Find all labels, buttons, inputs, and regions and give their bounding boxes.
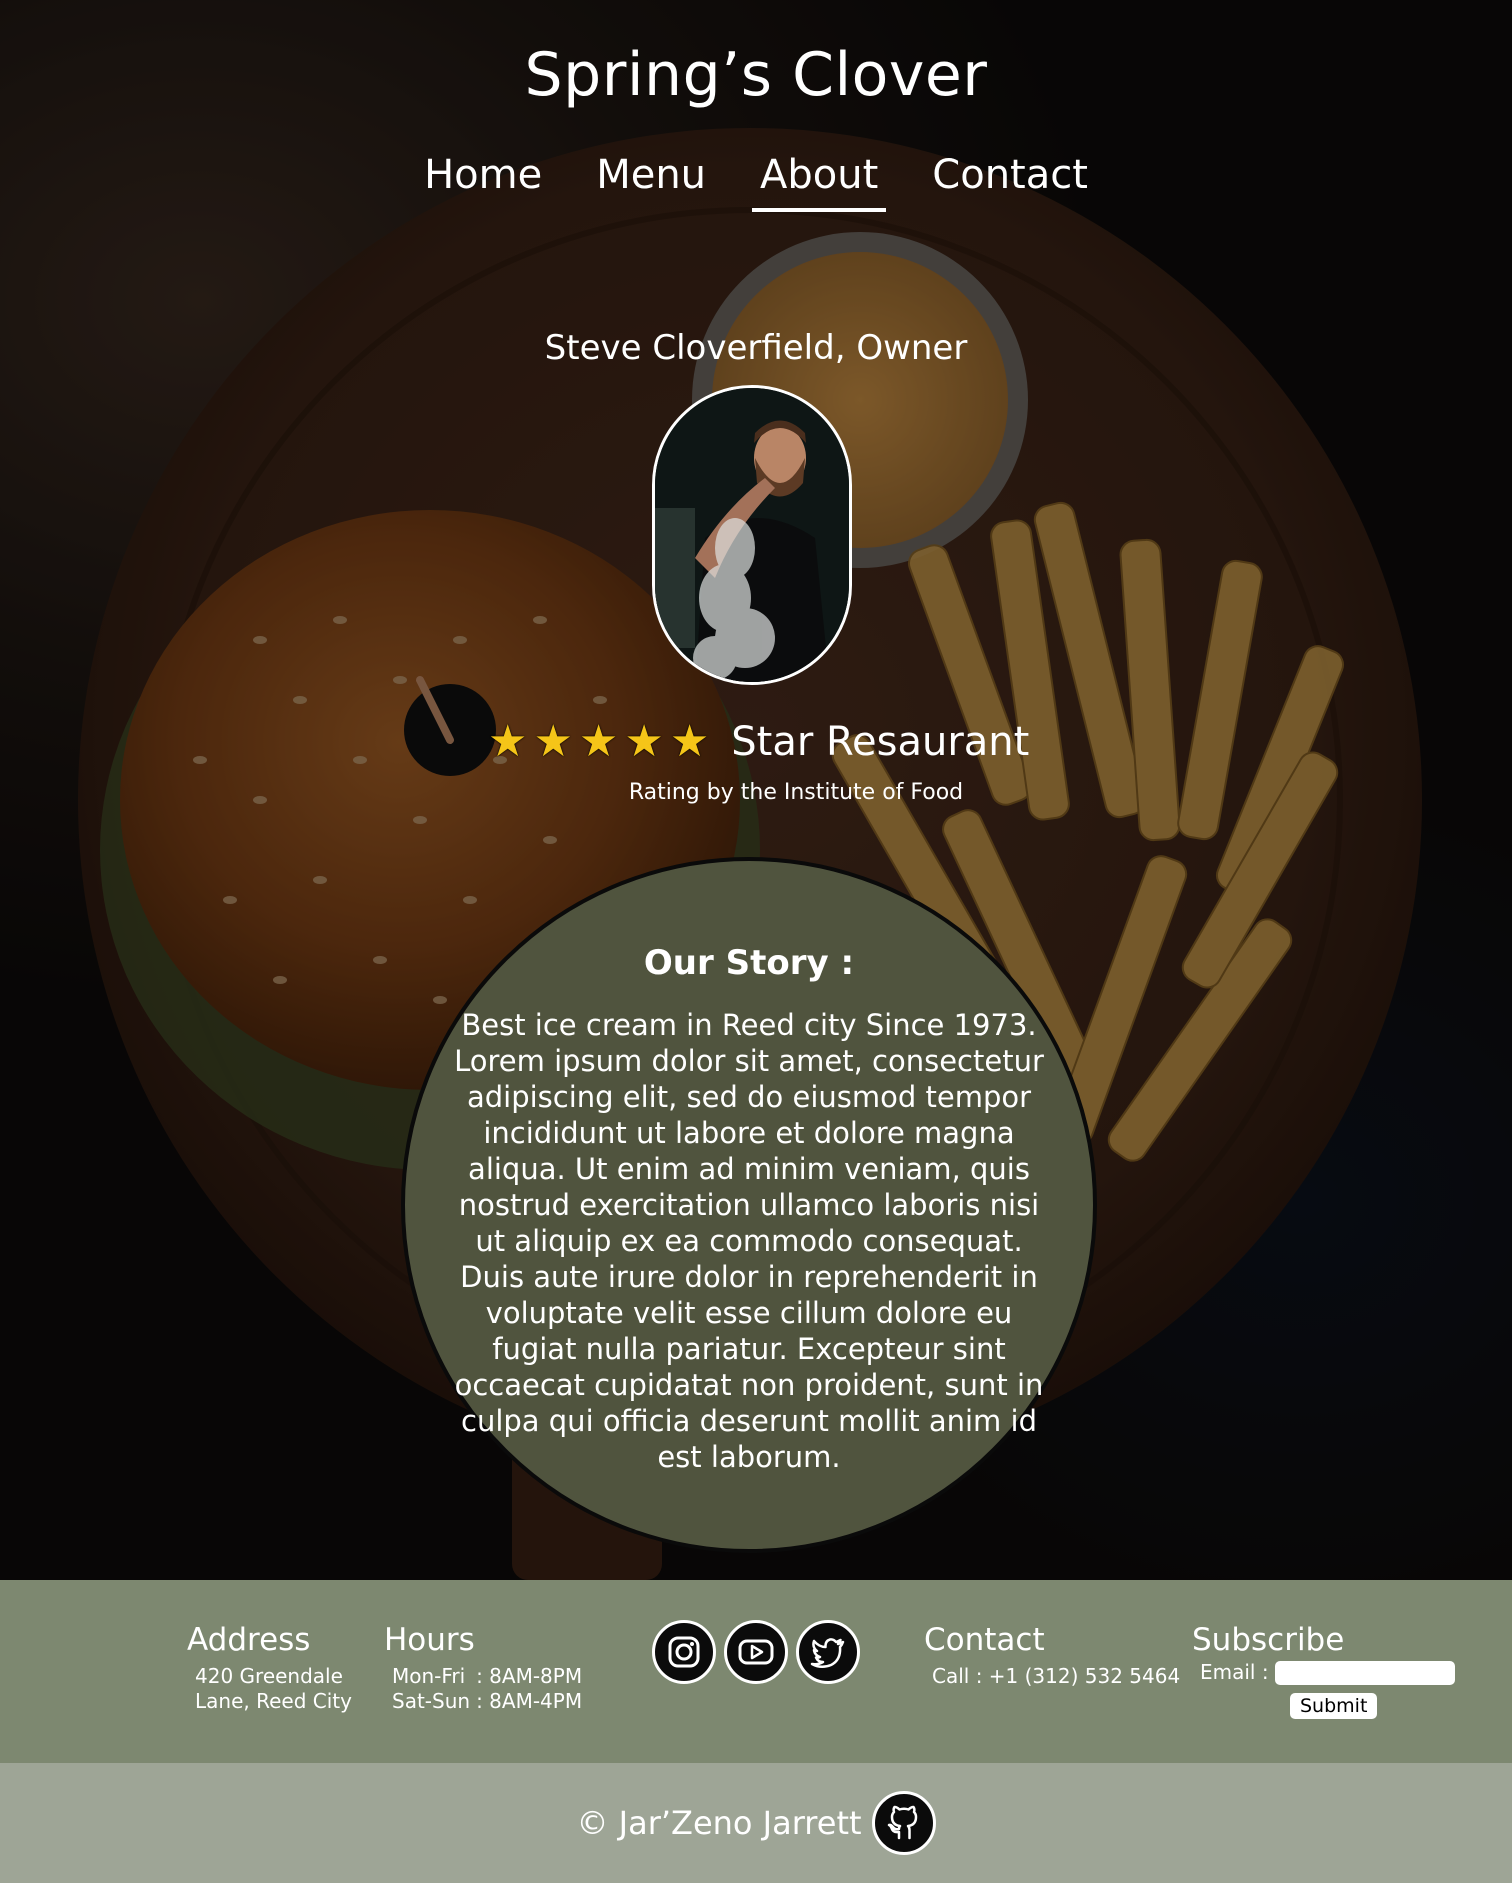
star-icon: ★ — [669, 716, 710, 767]
star-icon: ★ — [624, 716, 664, 767]
main-nav: Home Menu About Contact — [0, 152, 1512, 212]
chef-portrait-icon — [655, 388, 849, 682]
twitter-link[interactable] — [796, 1620, 860, 1684]
footer-hours: Hours Mon-Fri : 8AM-8PM Sat-Sun : 8AM-4P… — [384, 1622, 582, 1714]
rating-stars: ★ ★ ★ ★ ★ — [488, 720, 709, 764]
address-line-2: Lane, Reed City — [195, 1689, 352, 1713]
instagram-link[interactable] — [652, 1620, 716, 1684]
footer-subscribe: Subscribe Email : Submit — [1192, 1622, 1455, 1719]
hours-heading: Hours — [384, 1622, 475, 1658]
submit-button[interactable]: Submit — [1290, 1693, 1378, 1719]
address-heading: Address — [187, 1622, 311, 1658]
nav-home[interactable]: Home — [416, 152, 550, 204]
github-icon — [887, 1805, 917, 1840]
rating-source: Rating by the Institute of Food — [628, 780, 964, 805]
our-story-circle: Our Story : Best ice cream in Reed city … — [401, 857, 1097, 1553]
subscribe-heading: Subscribe — [1192, 1622, 1345, 1658]
contact-heading: Contact — [924, 1622, 1045, 1658]
rating-label: Star Resaurant — [731, 719, 1030, 765]
star-icon: ★ — [533, 716, 573, 767]
email-label: Email : — [1200, 1660, 1269, 1684]
youtube-link[interactable] — [724, 1620, 788, 1684]
social-links — [652, 1620, 860, 1684]
footer-address: Address 420 Greendale Lane, Reed City — [187, 1622, 352, 1714]
story-body: Best ice cream in Reed city Since 1973. … — [454, 1008, 1044, 1474]
nav-menu[interactable]: Menu — [588, 152, 714, 204]
twitter-icon — [810, 1638, 845, 1668]
owner-name: Steve Cloverfield, Owner — [544, 328, 968, 368]
nav-about[interactable]: About — [752, 152, 887, 212]
nav-contact[interactable]: Contact — [924, 152, 1096, 204]
bottom-bar: © Jar’Zeno Jarrett — [0, 1763, 1512, 1883]
footer-contact: Contact Call : +1 (312) 532 5464 — [924, 1622, 1180, 1689]
contact-phone[interactable]: Call : +1 (312) 532 5464 — [924, 1664, 1180, 1689]
hours-days: Sat-Sun — [392, 1689, 471, 1713]
copyright: © Jar’Zeno Jarrett — [576, 1804, 862, 1842]
star-icon: ★ — [488, 716, 528, 767]
email-field[interactable] — [1274, 1660, 1455, 1685]
hours-time: : 8AM-4PM — [476, 1689, 583, 1713]
youtube-icon — [738, 1639, 774, 1665]
site-title: Spring’s Clover — [524, 40, 988, 110]
hours-time: : 8AM-8PM — [476, 1664, 583, 1688]
story-title: Our Story : — [643, 943, 855, 983]
star-icon: ★ — [578, 716, 619, 767]
address-line-1: 420 Greendale — [195, 1664, 343, 1688]
rating-row: ★ ★ ★ ★ ★ Star Resaurant — [488, 716, 1029, 768]
owner-photo — [652, 385, 852, 685]
github-link[interactable] — [871, 1791, 936, 1855]
instagram-icon — [668, 1636, 700, 1668]
hours-days: Mon-Fri — [392, 1664, 466, 1688]
footer: Address 420 Greendale Lane, Reed City Ho… — [0, 1580, 1512, 1763]
